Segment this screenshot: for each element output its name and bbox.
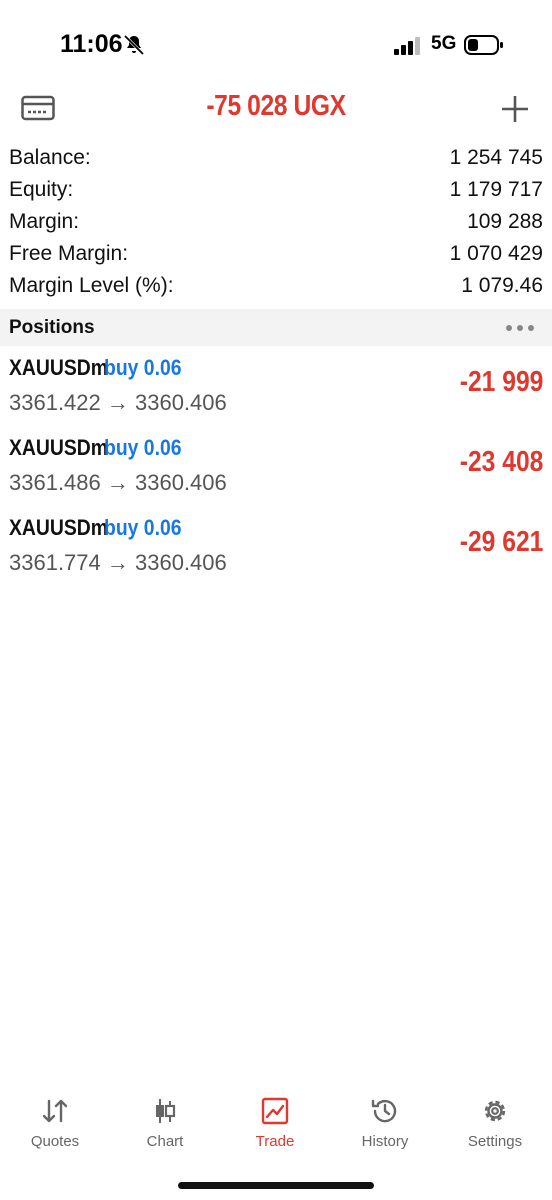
position-profit: -21 999	[459, 366, 543, 398]
summary-row-margin-level: Margin Level (%): 1 079.46	[0, 271, 552, 303]
home-indicator[interactable]	[178, 1182, 374, 1189]
position-prices: 3361.486 → 3360.406	[9, 470, 227, 495]
tab-history[interactable]: History	[330, 1085, 440, 1165]
position-prices: 3361.774 → 3360.406	[9, 550, 227, 575]
bell-muted-icon	[123, 34, 145, 56]
signal-icon	[394, 37, 420, 55]
status-bar: 11:06 5G	[0, 0, 552, 80]
summary-row-equity: Equity: 1 179 717	[0, 175, 552, 207]
position-prices: 3361.422 → 3360.406	[9, 390, 227, 415]
page-title: -75 028 UGX	[206, 90, 346, 122]
history-icon	[371, 1099, 397, 1123]
tab-chart[interactable]: Chart	[110, 1085, 220, 1165]
summary-label: Free Margin:	[9, 242, 129, 265]
positions-list: XAUUSDm buy 0.06 3361.422 → 3360.406 -21…	[0, 352, 552, 592]
position-row[interactable]: XAUUSDm buy 0.06 3361.422 → 3360.406 -21…	[0, 352, 552, 432]
positions-section-header: Positions	[0, 309, 552, 346]
network-label: 5G	[431, 33, 457, 54]
trade-icon	[261, 1097, 289, 1125]
chart-icon	[156, 1099, 176, 1123]
position-side: buy 0.06	[104, 355, 182, 380]
summary-label: Margin:	[9, 210, 80, 233]
summary-label: Balance:	[9, 146, 91, 169]
summary-value: 109 288	[467, 210, 543, 233]
position-side: buy 0.06	[104, 435, 182, 460]
summary-label: Equity:	[9, 178, 74, 201]
tab-label: Quotes	[30, 1133, 80, 1150]
more-icon[interactable]	[505, 324, 535, 332]
tab-trade[interactable]: Trade	[220, 1085, 330, 1165]
battery-icon	[464, 35, 503, 55]
position-row[interactable]: XAUUSDm buy 0.06 3361.774 → 3360.406 -29…	[0, 512, 552, 592]
tab-bar: Quotes Chart Trade History Settings	[0, 1085, 552, 1165]
account-summary: Balance: 1 254 745 Equity: 1 179 717 Mar…	[0, 143, 552, 303]
position-profit: -29 621	[459, 526, 543, 558]
tab-label: Chart	[146, 1133, 184, 1150]
summary-value: 1 179 717	[449, 178, 543, 201]
position-profit: -23 408	[459, 446, 543, 478]
position-side: buy 0.06	[104, 515, 182, 540]
tab-settings[interactable]: Settings	[440, 1085, 550, 1165]
plus-icon[interactable]	[498, 93, 532, 125]
position-symbol: XAUUSDm	[9, 435, 108, 460]
summary-row-margin: Margin: 109 288	[0, 207, 552, 239]
status-time: 11:06	[60, 30, 123, 58]
tab-quotes[interactable]: Quotes	[0, 1085, 110, 1165]
position-symbol: XAUUSDm	[9, 515, 108, 540]
summary-row-balance: Balance: 1 254 745	[0, 143, 552, 175]
tab-label: Settings	[467, 1133, 523, 1150]
summary-value: 1 254 745	[449, 146, 543, 169]
summary-label: Margin Level (%):	[9, 274, 174, 297]
summary-value: 1 079.46	[461, 274, 543, 297]
tab-label: Trade	[255, 1133, 295, 1150]
tab-label: History	[361, 1133, 409, 1150]
position-row[interactable]: XAUUSDm buy 0.06 3361.486 → 3360.406 -23…	[0, 432, 552, 512]
summary-value: 1 070 429	[449, 242, 543, 265]
settings-icon	[484, 1100, 506, 1122]
section-title: Positions	[9, 317, 95, 338]
position-symbol: XAUUSDm	[9, 355, 108, 380]
quotes-icon	[42, 1099, 68, 1123]
summary-row-free-margin: Free Margin: 1 070 429	[0, 239, 552, 271]
